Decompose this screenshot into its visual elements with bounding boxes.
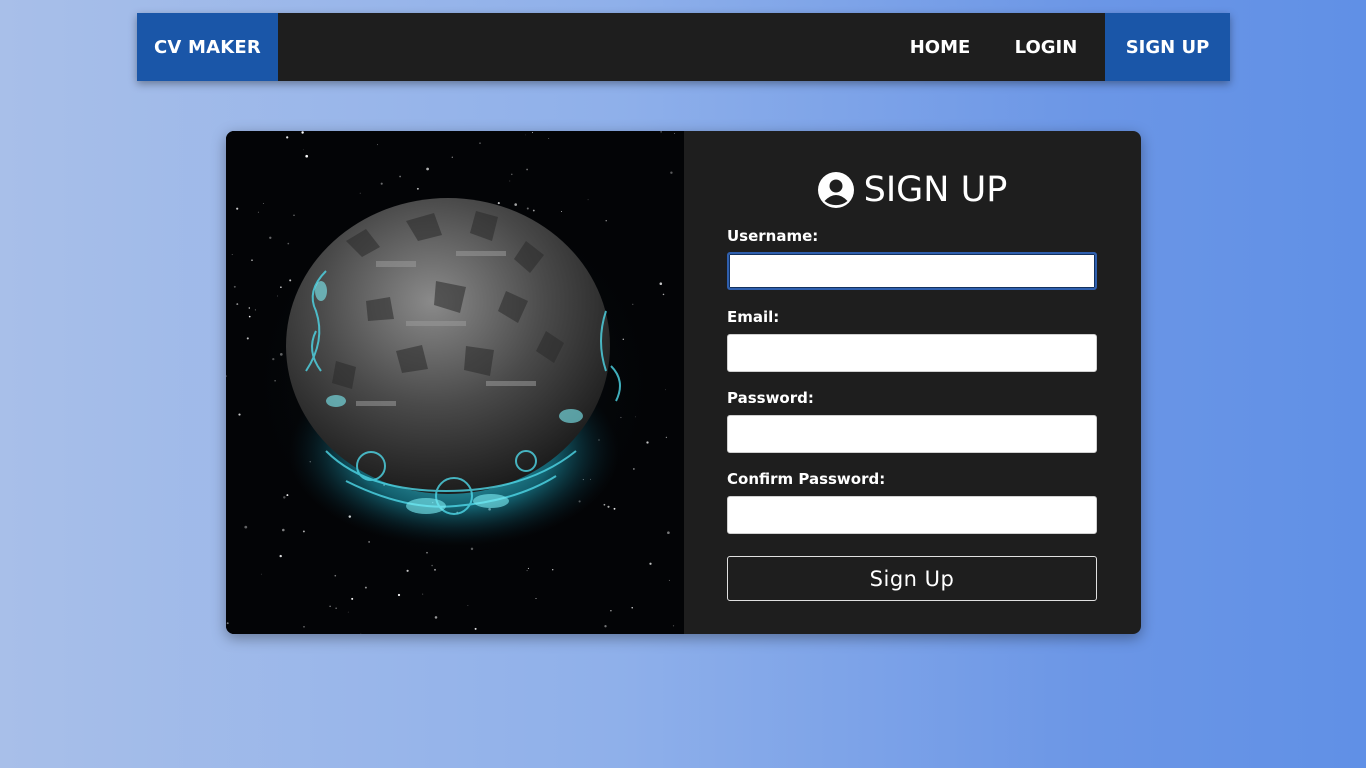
email-input[interactable] [727, 334, 1097, 372]
star-dot [548, 137, 550, 139]
star-dot [347, 611, 349, 613]
star-dot [334, 574, 337, 577]
form-title-text: SIGN UP [863, 170, 1008, 210]
star-dot [467, 605, 469, 606]
form-title: SIGN UP [684, 168, 1141, 212]
star-dot [236, 303, 239, 306]
star-dot [587, 199, 589, 201]
nav-login-link[interactable]: LOGIN [987, 13, 1105, 81]
star-dot [351, 597, 354, 600]
star-dot [526, 570, 528, 572]
star-dot [329, 605, 331, 607]
star-dot [479, 142, 481, 144]
star-dot [293, 214, 295, 216]
star-dot [660, 131, 662, 133]
star-dot [377, 144, 378, 146]
planet-image [226, 131, 684, 634]
star-dot [380, 182, 383, 185]
star-dot [260, 573, 262, 575]
star-dot [422, 593, 424, 595]
confirm-password-input[interactable] [727, 496, 1097, 534]
star-dot [233, 285, 236, 288]
star-dot [667, 531, 670, 535]
star-dot [511, 173, 513, 176]
brand-logo-link[interactable]: CV MAKER [137, 13, 278, 81]
star-dot [257, 211, 259, 213]
signup-card: SIGN UP Username: Email: Password: Confi… [226, 131, 1141, 634]
star-dot [226, 622, 229, 625]
navbar-spacer [278, 13, 893, 81]
email-label: Email: [727, 308, 780, 326]
star-dot [287, 242, 290, 245]
star-dot [282, 528, 285, 532]
star-dot [286, 136, 289, 139]
star-dot [262, 202, 264, 204]
star-dot [364, 586, 367, 589]
star-dot [335, 607, 337, 609]
password-input[interactable] [727, 415, 1097, 453]
star-dot [672, 625, 675, 627]
star-dot [610, 610, 612, 612]
star-dot [659, 282, 663, 285]
star-dot [426, 167, 429, 171]
star-dot [301, 131, 304, 134]
star-dot [668, 579, 670, 581]
star-dot [662, 293, 665, 296]
star-dot [251, 259, 253, 262]
star-dot [673, 133, 675, 135]
star-dot [305, 154, 309, 158]
star-dot [605, 220, 607, 222]
star-dot [359, 192, 361, 194]
star-dot [303, 626, 305, 628]
star-dot [302, 530, 305, 533]
username-input[interactable] [727, 252, 1097, 290]
nav-home-link[interactable]: HOME [893, 13, 987, 81]
signup-submit-button[interactable]: Sign Up [727, 556, 1097, 601]
star-dot [531, 131, 534, 134]
confirm-password-label: Confirm Password: [727, 470, 886, 488]
star-dot [604, 625, 607, 628]
star-dot [434, 616, 438, 619]
signup-form: SIGN UP Username: Email: Password: Confi… [684, 131, 1141, 634]
top-navbar: CV MAKER HOME LOGIN SIGN UP [137, 13, 1230, 81]
star-dot [665, 436, 668, 439]
star-dot [649, 562, 652, 565]
star-dot [525, 134, 527, 136]
planet-illustration [226, 131, 684, 634]
star-dot [399, 175, 401, 178]
star-dot [360, 632, 362, 634]
nav-signup-link[interactable]: SIGN UP [1105, 13, 1230, 81]
star-dot [451, 156, 453, 158]
star-dot [279, 554, 282, 558]
star-dot [509, 180, 511, 182]
password-label: Password: [727, 389, 814, 407]
star-dot [302, 149, 304, 151]
star-dot [526, 168, 528, 171]
star-dot [236, 207, 239, 210]
star-dot [631, 607, 633, 609]
star-dot [231, 253, 233, 255]
star-dot [474, 627, 477, 630]
star-dot [269, 236, 272, 239]
star-dot [244, 525, 248, 529]
star-dot [670, 171, 673, 174]
star-dot [535, 598, 537, 599]
username-label: Username: [727, 227, 819, 245]
user-circle-icon [817, 172, 854, 208]
star-dot [397, 593, 401, 597]
star-dot [552, 569, 554, 571]
